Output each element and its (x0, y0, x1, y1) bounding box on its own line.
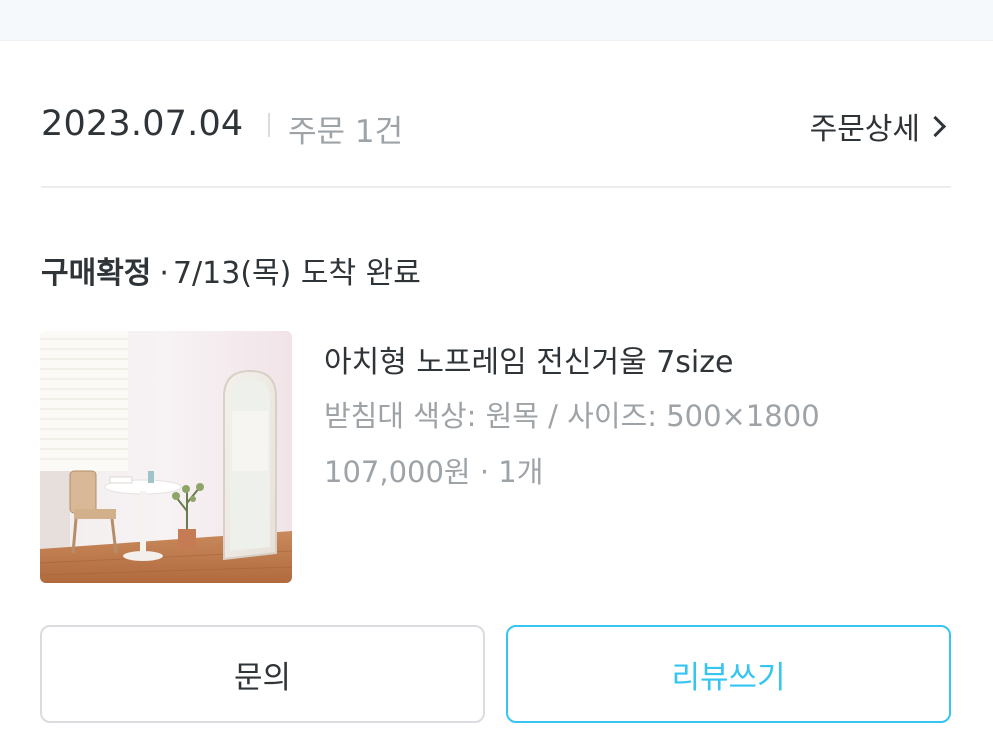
inquiry-button-label: 문의 (233, 659, 292, 696)
purchase-status: 구매확정 (41, 256, 152, 291)
arrival-text: 7/13(목) 도착 완료 (172, 256, 421, 291)
write-review-button[interactable]: 리뷰쓰기 (506, 625, 951, 723)
order-detail-link[interactable]: 주문상세 (810, 104, 949, 148)
product-title[interactable]: 아치형 노프레임 전신거울 7size (324, 337, 733, 381)
section-divider (41, 186, 951, 188)
order-count: 주문 1건 (288, 114, 404, 150)
inquiry-button[interactable]: 문의 (40, 625, 485, 723)
order-header: 2023.07.04 주문 1건 주문상세 (41, 98, 951, 154)
shipment-status-line: 구매확정 · 7/13(목) 도착 완료 (41, 248, 421, 292)
order-detail-label: 주문상세 (809, 112, 920, 147)
product-price-quantity: 107,000원 · 1개 (324, 455, 544, 489)
top-band (0, 0, 993, 41)
order-date: 2023.07.04 (41, 104, 244, 144)
product-option: 받침대 색상: 원목 / 사이즈: 500×1800 (324, 399, 820, 433)
header-divider (268, 113, 270, 137)
chevron-right-icon (924, 115, 947, 137)
write-review-button-label: 리뷰쓰기 (671, 659, 786, 696)
product-thumbnail[interactable] (40, 331, 292, 583)
status-separator: · (159, 256, 169, 291)
product-photo-icon (40, 331, 292, 583)
